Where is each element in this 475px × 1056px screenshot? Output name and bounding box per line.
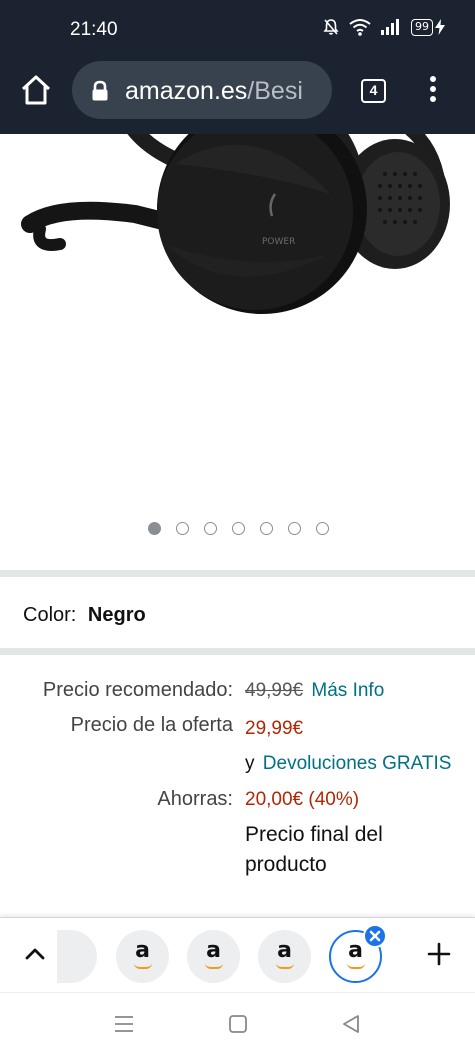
- overflow-menu-button[interactable]: [424, 76, 442, 106]
- recommended-price: 49,99€: [245, 680, 304, 701]
- url-text: amazon.es/Besi: [125, 77, 303, 106]
- recommended-price-row: 49,99€ Más Info: [245, 680, 384, 702]
- color-selector[interactable]: Color: Negro: [23, 604, 146, 627]
- home-nav-icon[interactable]: [227, 1013, 249, 1035]
- offer-price-label: Precio de la oferta: [70, 714, 233, 736]
- chevron-up-icon[interactable]: [24, 946, 46, 962]
- close-icon: [369, 930, 381, 942]
- tab-thumbnail[interactable]: a: [258, 930, 311, 983]
- close-tab-button[interactable]: [363, 924, 387, 948]
- color-label: Color:: [23, 604, 77, 626]
- headphones-image: POWER: [21, 134, 450, 314]
- carousel-dot[interactable]: [232, 522, 245, 535]
- charging-bolt-icon: [435, 19, 445, 35]
- section-divider: [0, 648, 475, 655]
- browser-chrome: 21:40 99 amazon.es/Besi 4: [0, 0, 475, 134]
- overflow-menu-icon: [430, 76, 436, 82]
- battery-indicator: 99: [411, 18, 445, 36]
- returns-prefix: y: [245, 753, 255, 774]
- amazon-logo-icon: a: [206, 938, 221, 963]
- savings-label: Ahorras:: [157, 788, 233, 810]
- home-button[interactable]: [18, 72, 54, 108]
- color-value: Negro: [87, 604, 146, 626]
- address-bar[interactable]: amazon.es/Besi: [72, 61, 332, 119]
- wifi-icon: [349, 19, 371, 36]
- power-label: POWER: [262, 237, 295, 247]
- url-path: /Besi: [247, 77, 303, 105]
- carousel-dot[interactable]: [260, 522, 273, 535]
- tab-thumbnail[interactable]: a: [187, 930, 240, 983]
- battery-level: 99: [411, 18, 433, 36]
- mute-bell-icon: [323, 19, 339, 35]
- amazon-logo-icon: a: [135, 938, 150, 963]
- system-nav-bar: [0, 992, 475, 1056]
- carousel-dot[interactable]: [204, 522, 217, 535]
- carousel-dot[interactable]: [148, 522, 161, 535]
- signal-icon: [381, 19, 399, 35]
- tab-thumbnail[interactable]: a: [116, 930, 169, 983]
- free-returns-row: y Devoluciones GRATIS: [245, 753, 451, 775]
- status-icons: 99: [323, 18, 445, 36]
- url-domain: amazon.es: [125, 77, 248, 105]
- back-icon[interactable]: [340, 1013, 362, 1035]
- status-time: 21:40: [70, 19, 118, 40]
- savings-value: 20,00€ (40%): [245, 789, 360, 810]
- tab-switcher-button[interactable]: 4: [361, 79, 386, 103]
- free-returns-link[interactable]: Devoluciones GRATIS: [263, 753, 452, 774]
- more-info-link[interactable]: Más Info: [311, 680, 384, 701]
- section-divider: [0, 570, 475, 577]
- new-tab-button[interactable]: [427, 942, 451, 966]
- recommended-price-label: Precio recomendado:: [42, 679, 233, 701]
- final-price-note: Precio final del producto: [245, 823, 383, 876]
- carousel-dot[interactable]: [316, 522, 329, 535]
- tab-strip: a a a a: [0, 917, 475, 992]
- product-image[interactable]: POWER: [0, 134, 475, 570]
- tab-thumbnail[interactable]: [57, 930, 97, 983]
- carousel-dot[interactable]: [288, 522, 301, 535]
- home-icon: [21, 75, 51, 105]
- carousel-dot[interactable]: [176, 522, 189, 535]
- amazon-logo-icon: a: [277, 938, 292, 963]
- lock-icon: [92, 80, 108, 101]
- recent-apps-icon[interactable]: [113, 1013, 135, 1035]
- offer-price: 29,99€: [245, 718, 304, 739]
- image-carousel-dots[interactable]: [0, 522, 475, 535]
